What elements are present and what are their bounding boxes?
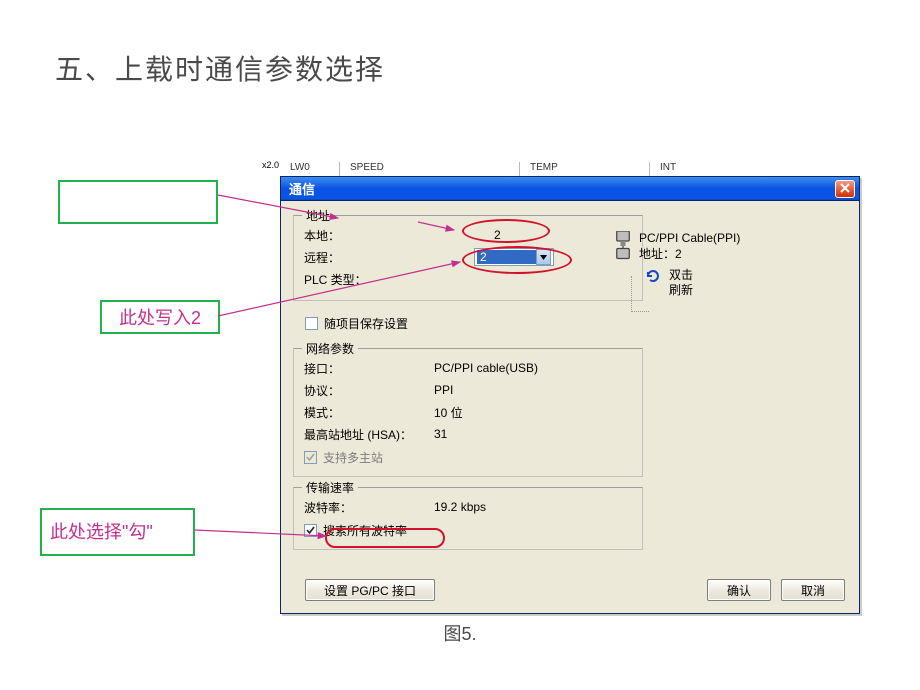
- callout-box-2: 此处写入2: [100, 300, 220, 334]
- remote-label: 远程：: [304, 249, 434, 266]
- callout-box-3: 此处选择"勾": [40, 508, 195, 556]
- remote-row: 远程： 2: [304, 246, 632, 268]
- search-all-baud-checkbox[interactable]: 搜索所有波特率: [304, 522, 407, 539]
- hsa-label: 最高站地址 (HSA)：: [304, 426, 434, 443]
- save-with-project-checkbox[interactable]: 随项目保存设置: [305, 315, 408, 332]
- checkbox-icon: [304, 451, 317, 464]
- interface-value: PC/PPI cable(USB): [434, 361, 632, 375]
- checkbox-icon: [305, 317, 318, 330]
- tree-node-refresh[interactable]: 双击 刷新: [635, 268, 763, 299]
- dialog-body: 地址 本地： 2 远程： 2 PLC 类型：: [281, 201, 859, 613]
- plc-type-label: PLC 类型：: [304, 271, 434, 288]
- interface-label: 接口：: [304, 360, 434, 377]
- remote-dropdown[interactable]: 2: [474, 248, 554, 266]
- dialog-title: 通信: [289, 179, 835, 198]
- checkbox-icon: [304, 524, 317, 537]
- baud-value: 19.2 kbps: [434, 500, 632, 514]
- tree-line: [631, 276, 649, 312]
- protocol-label: 协议：: [304, 382, 434, 399]
- transfer-fieldset: 传输速率 波特率：19.2 kbps 搜索所有波特率: [293, 487, 643, 550]
- multi-master-label: 支持多主站: [323, 449, 383, 466]
- multi-master-checkbox: 支持多主站: [304, 449, 383, 466]
- dropdown-arrow-icon: [536, 249, 551, 265]
- cable-icon: [613, 231, 633, 264]
- bg-col-temp: TEMP: [520, 162, 650, 176]
- protocol-value: PPI: [434, 383, 632, 397]
- hsa-value: 31: [434, 427, 632, 441]
- device-tree: PC/PPI Cable(PPI) 地址：2 双击 刷新: [613, 231, 763, 299]
- network-legend: 网络参数: [302, 340, 358, 357]
- search-all-baud-label: 搜索所有波特率: [323, 522, 407, 539]
- baud-label: 波特率：: [304, 499, 434, 516]
- figure-caption: 图5.: [0, 620, 920, 646]
- address-legend: 地址: [302, 207, 334, 224]
- mode-label: 模式：: [304, 404, 434, 421]
- save-with-project-label: 随项目保存设置: [324, 315, 408, 332]
- tree-refresh-text: 双击 刷新: [669, 268, 693, 299]
- remote-dropdown-value: 2: [477, 250, 536, 264]
- dialog-titlebar[interactable]: 通信: [281, 177, 859, 201]
- local-row: 本地： 2: [304, 224, 632, 246]
- bg-xlabel: x2.0: [262, 160, 279, 170]
- bg-col-speed: SPEED: [340, 162, 520, 176]
- close-button[interactable]: [835, 180, 855, 198]
- mode-value: 10 位: [434, 404, 632, 421]
- transfer-legend: 传输速率: [302, 479, 358, 496]
- tree-node-cable[interactable]: PC/PPI Cable(PPI) 地址：2: [613, 231, 763, 264]
- local-label: 本地：: [304, 227, 434, 244]
- network-fieldset: 网络参数 接口：PC/PPI cable(USB) 协议：PPI 模式：10 位…: [293, 348, 643, 477]
- communication-dialog: 通信 地址 本地： 2 远程： 2: [280, 176, 860, 614]
- local-value: 2: [434, 228, 632, 242]
- tree-cable-text: PC/PPI Cable(PPI) 地址：2: [639, 231, 740, 264]
- bg-col-lw0: LW0: [280, 162, 340, 176]
- bg-col-int: INT: [650, 162, 750, 176]
- callout-box-1: [58, 180, 218, 224]
- ok-button[interactable]: 确认: [707, 579, 771, 601]
- cancel-button[interactable]: 取消: [781, 579, 845, 601]
- close-icon: [840, 181, 850, 196]
- plc-type-row: PLC 类型：: [304, 268, 632, 290]
- page-title: 五、上载时通信参数选择: [55, 48, 385, 88]
- address-fieldset: 地址 本地： 2 远程： 2 PLC 类型：: [293, 215, 643, 301]
- bg-column-headers: LW0 SPEED TEMP INT: [280, 162, 860, 176]
- set-pgpc-button[interactable]: 设置 PG/PC 接口: [305, 579, 435, 601]
